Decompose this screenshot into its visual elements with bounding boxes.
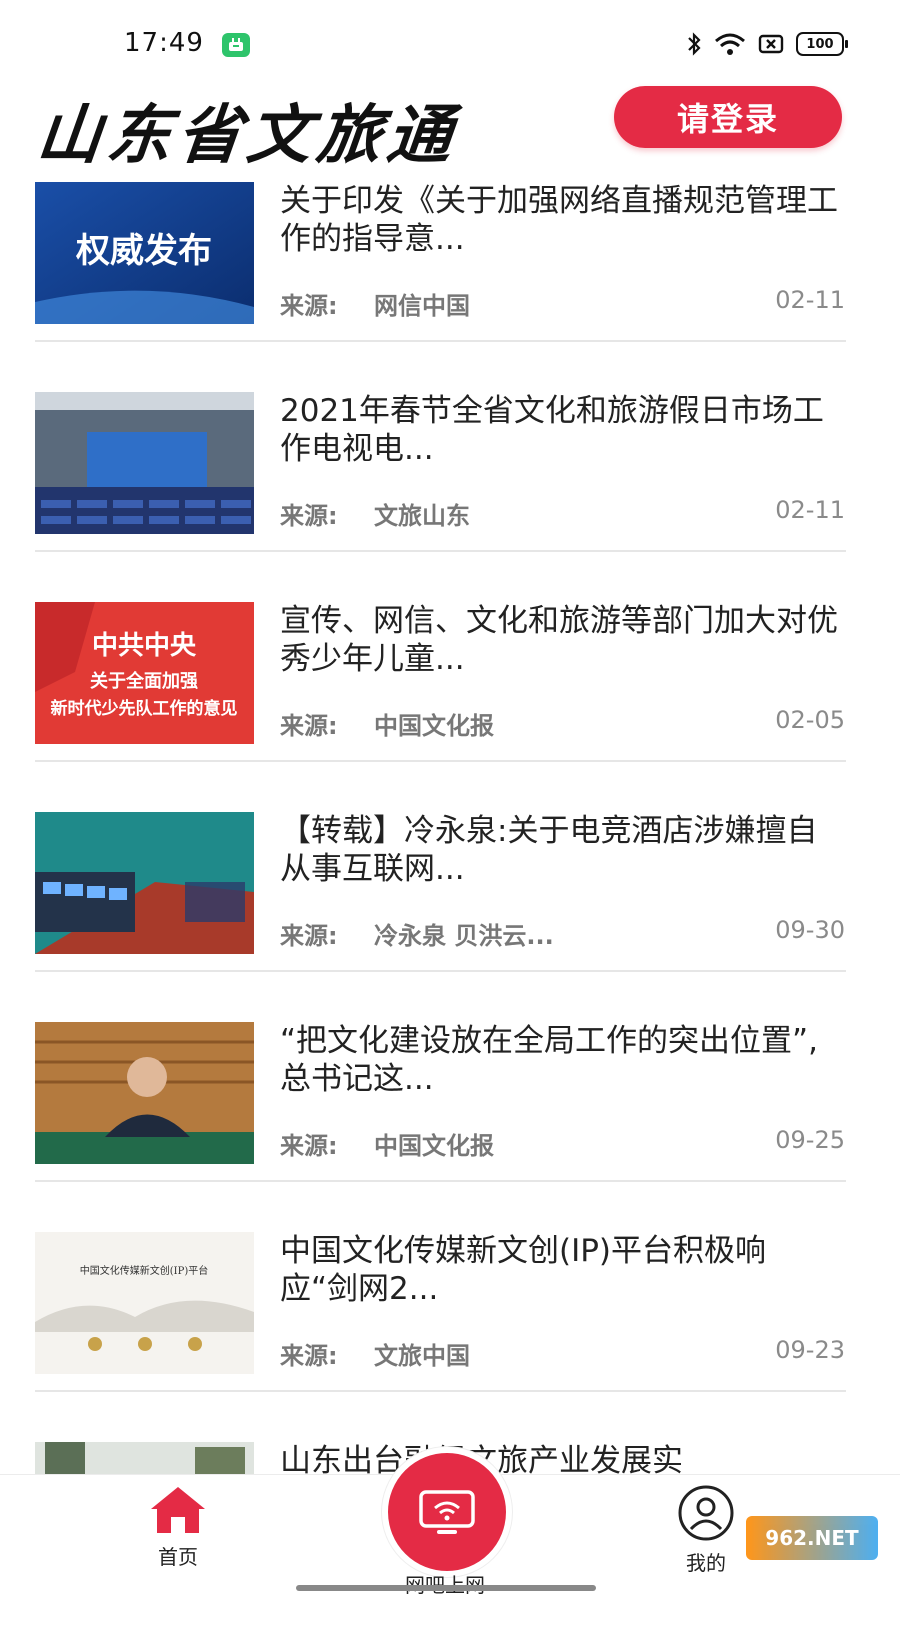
news-item[interactable]: “把文化建设放在全局工作的突出位置”,总书记这... 来源: 中国文化报 09-… [0, 1008, 900, 1218]
news-source: 冷永泉 贝洪云... [374, 922, 554, 950]
divider [35, 340, 846, 342]
news-source-label: 来源: [280, 1342, 338, 1370]
thumb-line-3: 新时代少先队工作的意见 [51, 698, 238, 719]
news-source-label: 来源: [280, 1132, 338, 1160]
nav-internet-cafe-button[interactable] [382, 1447, 512, 1577]
monitor-wifi-icon [419, 1490, 475, 1534]
news-date: 02-11 [775, 496, 845, 524]
news-title: 宣传、网信、文化和旅游等部门加大对优秀少年儿童... [280, 603, 838, 677]
divider [35, 970, 846, 972]
news-item[interactable]: 【转载】冷永泉:关于电竞酒店涉嫌擅自从事互联网... 来源: 冷永泉 贝洪云..… [0, 798, 900, 1008]
app-title: 山东省文旅通 [33, 98, 462, 173]
nav-mine[interactable]: 我的 [664, 1485, 748, 1595]
news-source-label: 来源: [280, 292, 338, 320]
divider [35, 1180, 846, 1182]
news-date: 02-11 [775, 286, 845, 314]
bluetooth-icon [688, 32, 701, 56]
home-indicator[interactable] [296, 1585, 596, 1591]
news-date: 09-30 [775, 916, 845, 944]
news-thumbnail: 权威发布 [35, 182, 254, 324]
nav-internet-cafe-label: 网吧上网 [385, 1569, 505, 1598]
wifi-icon [715, 33, 745, 55]
news-source: 文旅山东 [374, 502, 470, 530]
news-thumbnail [35, 1022, 254, 1164]
news-title: 关于印发《关于加强网络直播规范管理工作的指导意... [280, 183, 838, 257]
news-item[interactable]: 中国文化传媒新文创(IP)平台 中国文化传媒新文创(IP)平台积极响应“剑网2.… [0, 1218, 900, 1428]
news-date: 02-05 [775, 706, 845, 734]
divider [35, 550, 846, 552]
news-date: 09-25 [775, 1126, 845, 1154]
thumb-caption: 权威发布 [75, 231, 212, 271]
news-source: 中国文化报 [374, 1132, 494, 1160]
news-date: 09-23 [775, 1336, 845, 1364]
user-icon [678, 1485, 734, 1541]
nav-mine-label: 我的 [686, 1551, 726, 1575]
news-source-label: 来源: [280, 712, 338, 740]
news-item[interactable]: 2021年春节全省文化和旅游假日市场工作电视电... 来源: 文旅山东 02-1… [0, 378, 900, 588]
news-title: 2021年春节全省文化和旅游假日市场工作电视电... [280, 393, 824, 467]
thumb-line-1: 中共中央 [92, 631, 197, 661]
app-notification-icon [222, 33, 250, 57]
home-icon [151, 1487, 205, 1533]
news-source: 网信中国 [374, 292, 470, 320]
news-source-label: 来源: [280, 922, 338, 950]
divider [35, 1390, 846, 1392]
status-bar: 17:49 100 [0, 0, 900, 86]
news-title: 【转载】冷永泉:关于电竞酒店涉嫌擅自从事互联网... [280, 813, 818, 887]
thumb-line-2: 关于全面加强 [90, 670, 198, 692]
news-source-label: 来源: [280, 502, 338, 530]
thumb-caption: 中国文化传媒新文创(IP)平台 [80, 1264, 208, 1277]
news-list: 权威发布 关于印发《关于加强网络直播规范管理工作的指导意... 来源: 网信中国… [0, 168, 900, 1638]
status-time: 17:49 [124, 28, 204, 58]
login-button[interactable]: 请登录 [614, 86, 842, 148]
no-sim-icon [758, 34, 784, 54]
news-source: 中国文化报 [374, 712, 494, 740]
news-thumbnail: 中共中央 关于全面加强 新时代少先队工作的意见 [35, 602, 254, 744]
news-item[interactable]: 中共中央 关于全面加强 新时代少先队工作的意见 宣传、网信、文化和旅游等部门加大… [0, 588, 900, 798]
news-title: “把文化建设放在全局工作的突出位置”,总书记这... [280, 1023, 818, 1097]
news-thumbnail: 中国文化传媒新文创(IP)平台 [35, 1232, 254, 1374]
nav-home-label: 首页 [158, 1545, 198, 1569]
news-title: 中国文化传媒新文创(IP)平台积极响应“剑网2... [280, 1233, 767, 1307]
news-source: 文旅中国 [374, 1342, 470, 1370]
news-thumbnail [35, 392, 254, 534]
news-item[interactable]: 权威发布 关于印发《关于加强网络直播规范管理工作的指导意... 来源: 网信中国… [0, 168, 900, 378]
nav-home[interactable]: 首页 [130, 1485, 226, 1595]
site-watermark: 962.NET [746, 1516, 878, 1560]
news-thumbnail [35, 812, 254, 954]
status-icons: 100 [686, 32, 848, 56]
battery-icon: 100 [796, 32, 848, 56]
divider [35, 760, 846, 762]
